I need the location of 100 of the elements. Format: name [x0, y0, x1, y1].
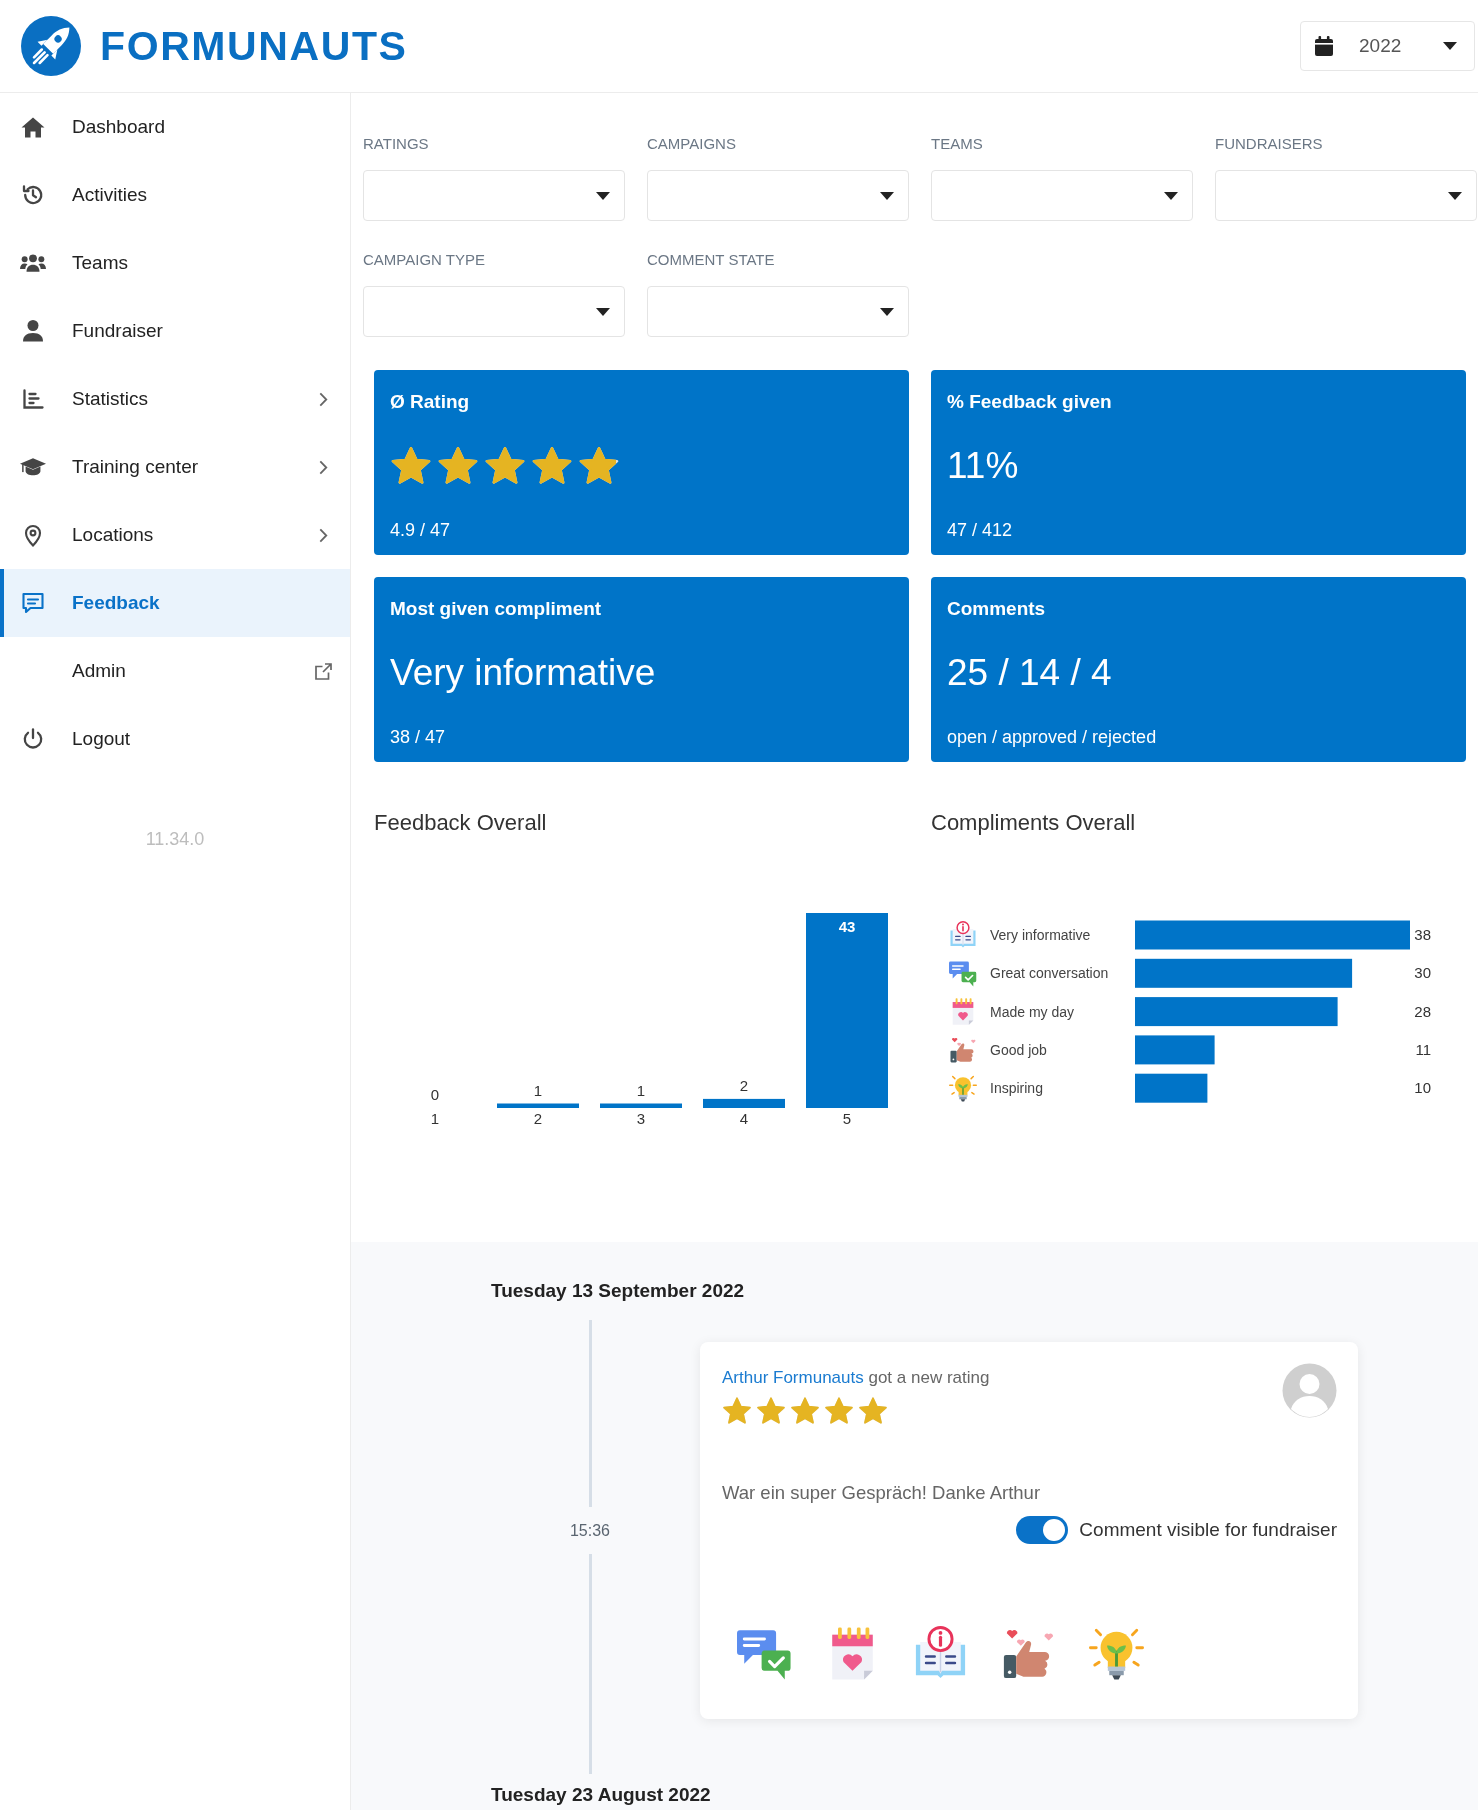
chevron-right-icon	[319, 459, 328, 475]
history-icon	[22, 184, 44, 206]
light-bulb-icon	[949, 1076, 977, 1102]
axis-label: 5	[842, 1110, 852, 1127]
star-icon	[858, 1396, 888, 1426]
nav-item[interactable]: Teams	[0, 229, 350, 297]
filter-dropdown[interactable]	[1215, 170, 1477, 221]
value-label: 30	[1414, 964, 1431, 982]
value-label: 11	[1415, 1040, 1431, 1058]
star-icon	[531, 445, 573, 487]
axis-label: 1	[430, 1110, 440, 1127]
value-label: 0	[430, 1086, 440, 1103]
card-footer: 38 / 47	[390, 725, 893, 749]
value-label: 10	[1414, 1079, 1431, 1097]
year-select[interactable]: 2022	[1300, 21, 1475, 71]
map-pin-icon	[24, 523, 42, 547]
filter-dropdown[interactable]	[647, 170, 909, 221]
calendar-icon	[1315, 36, 1333, 56]
nav-item[interactable]: Feedback	[0, 569, 350, 637]
user-icon	[23, 320, 43, 342]
calendar-heart-icon	[952, 998, 974, 1025]
value-label: 28	[1414, 1002, 1431, 1020]
star-icon	[390, 445, 432, 487]
filter-label: FUNDRAISERS	[1215, 134, 1324, 154]
star-icon	[437, 445, 479, 487]
nav-item[interactable]: Admin	[0, 637, 350, 705]
value-label: 43	[838, 918, 856, 935]
version-label: 11.34.0	[144, 829, 206, 850]
filter-label: TEAMS	[931, 134, 984, 154]
star-icon	[790, 1396, 820, 1426]
filter-label: COMMENT STATE	[647, 250, 776, 270]
card-title: Most given compliment	[390, 597, 603, 621]
chat-bubbles-icon	[949, 961, 977, 987]
chart-title: Compliments Overall	[931, 809, 1137, 837]
power-icon	[22, 728, 44, 750]
person-link[interactable]: Arthur Formunauts	[722, 1368, 864, 1387]
card-footer: open / approved / rejected	[947, 725, 1450, 749]
visibility-toggle[interactable]	[1016, 1516, 1069, 1544]
chevron-right-icon	[319, 391, 328, 407]
filter-label: RATINGS	[363, 134, 430, 154]
category-label: Made my day	[990, 1003, 1075, 1020]
card-footer: 47 / 412	[947, 518, 1450, 542]
message-icon	[22, 592, 44, 614]
time-label: 15:36	[569, 1520, 610, 1541]
nav-item[interactable]: Statistics	[0, 365, 350, 433]
category-label: Inspiring	[990, 1080, 1043, 1097]
star-icon	[722, 1396, 752, 1426]
nav-item[interactable]: Dashboard	[0, 93, 350, 161]
axis-label: 2	[533, 1110, 543, 1127]
date-heading: Tuesday 13 September 2022	[491, 1279, 746, 1303]
value-label: 2	[739, 1076, 749, 1094]
filter-label: CAMPAIGN TYPE	[363, 250, 486, 270]
chevron-right-icon	[319, 527, 328, 543]
caret-down-icon	[1448, 191, 1462, 200]
axis-label: 4	[739, 1110, 749, 1127]
card-title: Comments	[947, 597, 1047, 621]
book-info-icon	[913, 1626, 968, 1681]
value-label: 38	[1414, 926, 1431, 943]
comment-text: War ein super Gespräch! Danke Arthur	[722, 1481, 1042, 1505]
toggle-label: Comment visible for fundraiser	[1079, 1519, 1337, 1541]
card-title: Ø Rating	[390, 390, 471, 414]
category-label: Good job	[990, 1041, 1047, 1058]
category-label: Great conversation	[990, 965, 1109, 982]
caret-down-icon	[596, 307, 610, 316]
filter-label: CAMPAIGNS	[647, 134, 737, 154]
rating-notice: Arthur Formunauts got a new rating	[722, 1367, 990, 1389]
nav-item[interactable]: Locations	[0, 501, 350, 569]
home-icon	[21, 116, 45, 138]
filter-dropdown[interactable]	[647, 286, 909, 337]
thumbs-up-icon	[950, 1037, 976, 1063]
value-label: 1	[636, 1081, 646, 1099]
value-label: 1	[533, 1081, 543, 1099]
nav-item[interactable]: Activities	[0, 161, 350, 229]
avatar-icon	[1282, 1363, 1337, 1418]
rocket-icon	[20, 15, 82, 77]
light-bulb-icon	[1089, 1626, 1144, 1681]
star-icon	[756, 1396, 786, 1426]
chart-title: Feedback Overall	[374, 809, 548, 837]
book-info-icon	[950, 921, 976, 948]
nav-item[interactable]: Fundraiser	[0, 297, 350, 365]
card-title: % Feedback given	[947, 390, 1113, 414]
card-footer: 4.9 / 47	[390, 518, 893, 542]
filter-dropdown[interactable]	[363, 286, 625, 337]
logo-wordmark: FORMUNAUTS	[100, 22, 408, 70]
caret-down-icon	[1443, 42, 1457, 50]
card-value: 11%	[947, 444, 1019, 488]
filter-dropdown[interactable]	[931, 170, 1193, 221]
graduation-cap-icon	[20, 457, 46, 477]
star-icon	[824, 1396, 854, 1426]
caret-down-icon	[880, 307, 894, 316]
star-icon	[578, 445, 620, 487]
axis-label: 3	[636, 1110, 646, 1127]
nav-item[interactable]: Training center	[0, 433, 350, 501]
filter-dropdown[interactable]	[363, 170, 625, 221]
external-link-icon	[315, 662, 332, 680]
star-icon	[484, 445, 526, 487]
nav-item[interactable]: Logout	[0, 705, 350, 773]
caret-down-icon	[596, 191, 610, 200]
card-value: Very informative	[390, 651, 656, 695]
caret-down-icon	[1164, 191, 1178, 200]
